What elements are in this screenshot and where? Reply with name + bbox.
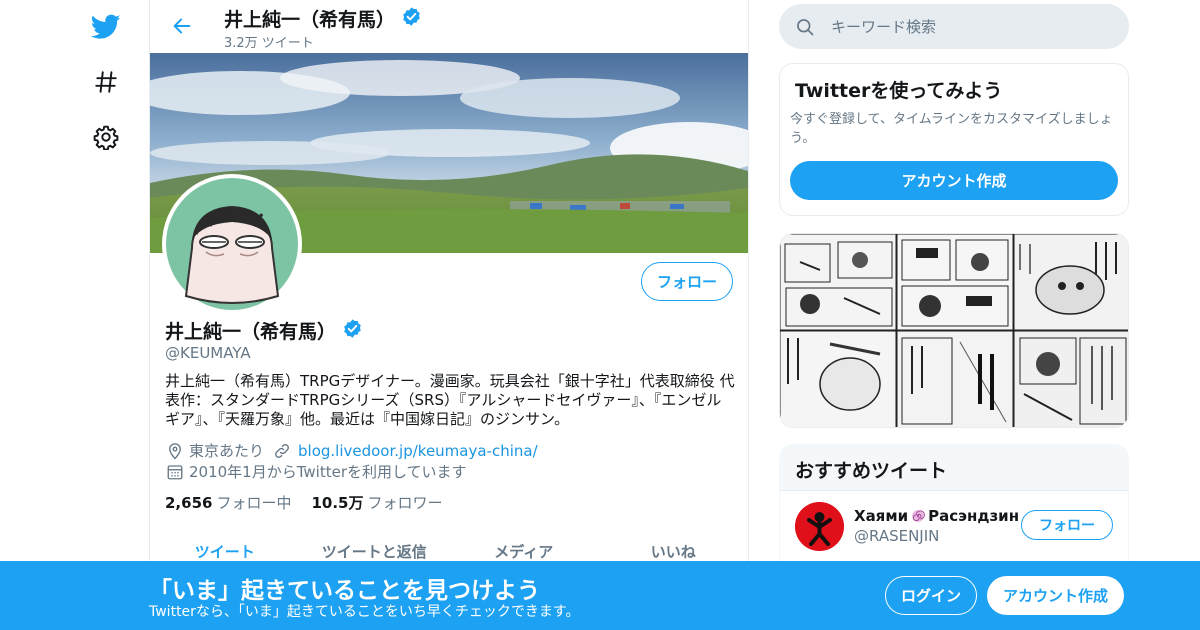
signup-card-description: 今すぐ登録して、タイムラインをカスタマイズしましょう。	[790, 112, 1113, 146]
create-account-button[interactable]: アカウント作成	[790, 161, 1118, 200]
profile-handle: @KEUMAYA	[165, 344, 251, 362]
follow-button[interactable]: フォロー	[641, 262, 733, 301]
calendar-icon	[165, 462, 185, 482]
following-stat[interactable]: 2,656 フォロー中	[165, 492, 291, 513]
link-icon	[272, 441, 292, 461]
arrow-left-icon	[173, 18, 191, 34]
profile-name: 井上純一（希有馬）	[165, 321, 337, 343]
profile-website-link[interactable]: blog.livedoor.jp/keumaya-china/	[298, 442, 538, 460]
search-input[interactable]	[831, 17, 1091, 36]
header-name: 井上純一（希有馬）	[224, 9, 396, 31]
signup-button[interactable]: アカウント作成	[987, 576, 1124, 615]
profile-name-row: 井上純一（希有馬）	[165, 317, 363, 344]
recommended-avatar[interactable]	[795, 502, 844, 551]
profile-column: 井上純一（希有馬） 3.2万 ツイート フォロー 井上純一（希有馬） @KEUM…	[149, 0, 749, 630]
login-button[interactable]: ログイン	[885, 576, 977, 615]
media-thumbnail[interactable]	[1013, 234, 1129, 331]
search-bar[interactable]	[779, 4, 1129, 49]
media-thumbnail[interactable]	[780, 234, 897, 331]
spiral-icon	[911, 509, 925, 523]
verified-badge-icon	[401, 6, 422, 32]
media-thumbnail[interactable]	[1013, 330, 1129, 428]
profile-header-bar: 井上純一（希有馬） 3.2万 ツイート	[150, 0, 748, 53]
media-thumbnail[interactable]	[896, 330, 1014, 428]
location-pin-icon	[165, 441, 185, 461]
profile-meta-row: 東京あたり blog.livedoor.jp/keumaya-china/	[165, 440, 538, 461]
back-button[interactable]	[168, 12, 196, 40]
signup-card: Twitterを使ってみよう 今すぐ登録して、タイムラインをカスタマイズしましょ…	[779, 63, 1129, 216]
tweet-count: 3.2万 ツイート	[224, 36, 314, 51]
verified-badge-icon	[342, 318, 363, 344]
followers-label: フォロワー	[367, 494, 443, 512]
signup-card-title: Twitterを使ってみよう	[795, 80, 1003, 102]
profile-bio: 井上純一（希有馬）TRPGデザイナー。漫画家。玩具会社「銀十字社」代表取締役 代…	[165, 372, 735, 428]
bottom-bar-subtitle: Twitterなら、「いま」起きていることをいち早くチェックできます。	[149, 604, 580, 620]
recommended-follow-button[interactable]: フォロー	[1021, 510, 1113, 540]
followers-count: 10.5万	[311, 494, 364, 512]
profile-stats: 2,656 フォロー中 10.5万 フォロワー	[165, 492, 443, 513]
recommended-name-row: Хаями Расэндзин	[854, 507, 1019, 525]
profile-joined-date: 2010年1月からTwitterを利用しています	[189, 463, 467, 481]
twitter-bird-icon[interactable]	[88, 9, 124, 45]
profile-avatar[interactable]	[162, 174, 302, 314]
hashtag-icon[interactable]	[88, 64, 124, 100]
recommended-handle: @RASENJIN	[854, 527, 940, 545]
media-thumbnail[interactable]	[780, 330, 897, 428]
recommended-title: おすすめツイート	[795, 460, 948, 482]
recommended-name-rest: Расэндзин	[928, 507, 1020, 525]
gear-icon[interactable]	[88, 119, 124, 155]
profile-joined-row: 2010年1月からTwitterを利用しています	[165, 461, 467, 482]
twitter-profile-page: 井上純一（希有馬） 3.2万 ツイート フォロー 井上純一（希有馬） @KEUM…	[0, 0, 1200, 630]
signup-bottom-bar: 「いま」起きていることを見つけよう Twitterなら、「いま」起きていることを…	[0, 561, 1200, 630]
header-name-row: 井上純一（希有馬）	[224, 5, 422, 32]
profile-location: 東京あたり	[189, 442, 265, 460]
media-gallery	[779, 233, 1129, 428]
following-label: フォロー中	[216, 494, 292, 512]
following-count: 2,656	[165, 494, 213, 512]
bottom-bar-title: 「いま」起きていることを見つけよう	[149, 578, 540, 604]
followers-stat[interactable]: 10.5万 フォロワー	[311, 492, 442, 513]
recommended-name: Хаями	[854, 507, 909, 525]
media-thumbnail[interactable]	[896, 234, 1014, 331]
search-icon	[795, 17, 815, 37]
